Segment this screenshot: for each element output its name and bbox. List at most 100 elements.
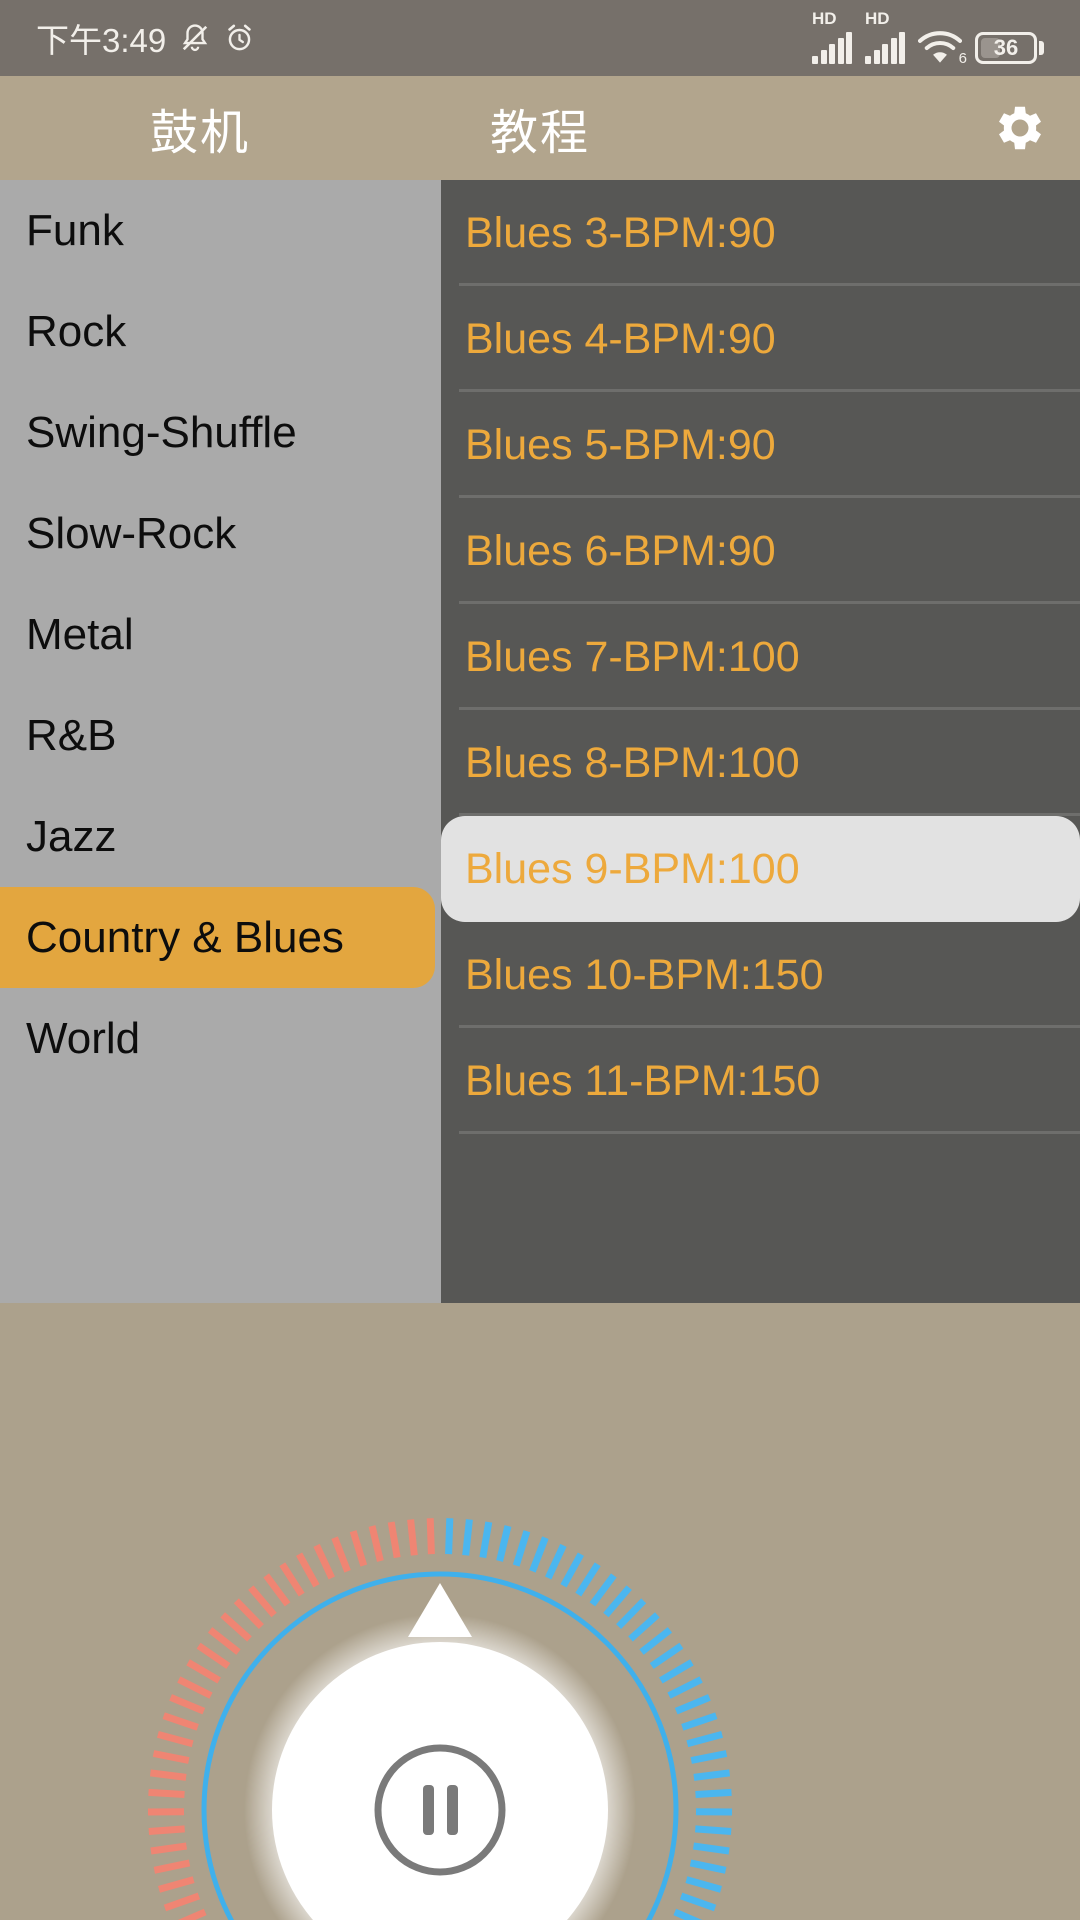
dial-tick xyxy=(158,1876,195,1893)
dial-tick xyxy=(673,1908,703,1920)
list-item[interactable]: Blues 10-BPM:150 xyxy=(441,922,1080,1028)
tab-tutorial[interactable]: 教程 xyxy=(400,76,680,180)
sidebar-item-label: Rock xyxy=(26,306,127,356)
dial-tick xyxy=(649,1642,684,1669)
dial-tick xyxy=(279,1562,305,1597)
dial-tick xyxy=(693,1842,730,1855)
sidebar-item-rnb[interactable]: R&B xyxy=(0,685,441,786)
sidebar-item-swing-shuffle[interactable]: Swing-Shuffle xyxy=(0,382,441,483)
dial-tick xyxy=(387,1521,401,1559)
preset-label: Blues 10-BPM:150 xyxy=(465,950,824,999)
dial-tick xyxy=(169,1694,206,1715)
dial-tick xyxy=(426,1518,435,1555)
preset-list[interactable]: Blues 3-BPM:90 Blues 4-BPM:90 Blues 5-BP… xyxy=(441,180,1080,1303)
content-panels: Funk Rock Swing-Shuffle Slow-Rock Metal … xyxy=(0,180,1080,1303)
gear-icon[interactable] xyxy=(990,98,1050,158)
list-item[interactable]: Blues 4-BPM:90 xyxy=(441,286,1080,392)
dial-tick xyxy=(313,1543,335,1580)
dial-tick xyxy=(679,1892,717,1912)
list-item[interactable]: Blues 8-BPM:100 xyxy=(441,710,1080,816)
signal-icon-1: HD xyxy=(812,8,852,64)
dial-tick xyxy=(331,1536,351,1573)
tab-drum-machine[interactable]: 鼓机 xyxy=(60,76,340,180)
preset-label: Blues 5-BPM:90 xyxy=(465,420,776,469)
dial-tick xyxy=(575,1562,601,1597)
dial-tick xyxy=(233,1598,264,1630)
signal-icon-2: HD xyxy=(865,8,905,64)
dial-tick xyxy=(529,1536,549,1573)
tempo-dial-graphic[interactable] xyxy=(0,1303,1080,1920)
status-bar: 下午3:49 HD HD 6 36 xyxy=(0,0,1080,76)
sidebar-item-country-and-blues[interactable]: Country & Blues xyxy=(0,887,435,988)
battery-icon: 36 xyxy=(975,31,1044,64)
dial-tick xyxy=(207,1627,241,1655)
dial-tick xyxy=(681,1712,718,1731)
dial-tick xyxy=(603,1585,632,1618)
dial-tick xyxy=(368,1525,384,1562)
dial-tick xyxy=(445,1518,454,1555)
dial-tick xyxy=(685,1876,722,1893)
dial-tick xyxy=(616,1598,647,1630)
dial-tick xyxy=(628,1612,660,1642)
wifi-icon: 6 xyxy=(918,30,967,67)
sidebar-item-label: Country & Blues xyxy=(26,912,344,962)
category-sidebar[interactable]: Funk Rock Swing-Shuffle Slow-Rock Metal … xyxy=(0,180,441,1303)
list-item[interactable]: Blues 5-BPM:90 xyxy=(441,392,1080,498)
sidebar-item-funk[interactable]: Funk xyxy=(0,180,441,281)
list-item[interactable]: Blues 3-BPM:90 xyxy=(441,180,1080,286)
dial-tick xyxy=(177,1908,207,1920)
dial-tick xyxy=(695,1788,732,1798)
sidebar-item-slow-rock[interactable]: Slow-Rock xyxy=(0,483,441,584)
dial-tick xyxy=(153,1859,191,1874)
preset-label: Blues 11-BPM:150 xyxy=(465,1056,821,1105)
sidebar-item-rock[interactable]: Rock xyxy=(0,281,441,382)
status-bar-right: HD HD 6 36 xyxy=(812,8,1044,67)
tab-tutorial-label: 教程 xyxy=(489,107,590,160)
sidebar-item-label: Slow-Rock xyxy=(26,508,237,558)
preset-label: Blues 8-BPM:100 xyxy=(465,738,800,787)
preset-label: Blues 9-BPM:100 xyxy=(465,844,800,893)
list-item[interactable]: Blues 11-BPM:150 xyxy=(441,1028,1080,1134)
dial-tick xyxy=(496,1525,512,1562)
preset-label: Blues 6-BPM:90 xyxy=(465,526,776,575)
dial-tick xyxy=(589,1573,617,1607)
sidebar-item-jazz[interactable]: Jazz xyxy=(0,786,441,887)
signal-bars-2 xyxy=(865,31,905,64)
dial-tick xyxy=(177,1676,213,1699)
list-item[interactable]: Blues 7-BPM:100 xyxy=(441,604,1080,710)
dial-tick xyxy=(560,1552,584,1588)
dial-tick xyxy=(407,1519,418,1556)
dial-tick xyxy=(349,1530,368,1567)
sidebar-item-label: Jazz xyxy=(26,811,117,861)
sidebar-item-label: R&B xyxy=(26,710,117,760)
dial-tick xyxy=(162,1712,199,1731)
list-item-selected[interactable]: Blues 9-BPM:100 xyxy=(441,816,1080,922)
list-item[interactable]: Blues 6-BPM:90 xyxy=(441,498,1080,604)
sidebar-item-label: World xyxy=(26,1013,141,1063)
alarm-clock-icon xyxy=(224,22,255,54)
dial-tick xyxy=(689,1859,727,1874)
sidebar-item-label: Swing-Shuffle xyxy=(26,407,297,457)
status-bar-left: 下午3:49 xyxy=(36,14,255,62)
dial-tick xyxy=(462,1519,473,1556)
dial-tick xyxy=(152,1750,190,1764)
dial-tick xyxy=(639,1627,673,1655)
status-clock: 下午3:49 xyxy=(36,22,167,59)
dial-tick xyxy=(674,1694,711,1715)
dial-tick xyxy=(149,1769,187,1781)
dial-tick xyxy=(248,1585,277,1618)
preset-label: Blues 7-BPM:100 xyxy=(465,632,800,681)
sidebar-item-label: Funk xyxy=(26,205,124,255)
dial-tick xyxy=(156,1731,194,1748)
tempo-dial[interactable] xyxy=(0,1303,1080,1920)
dial-tick xyxy=(296,1552,320,1588)
dial-tick xyxy=(163,1892,201,1912)
dial-tick xyxy=(545,1543,567,1580)
dial-tick xyxy=(186,1659,221,1684)
sidebar-item-label: Metal xyxy=(26,609,134,659)
dial-tick xyxy=(695,1825,732,1835)
hd-label-1: HD xyxy=(812,8,837,28)
hd-label-2: HD xyxy=(865,8,890,28)
sidebar-item-metal[interactable]: Metal xyxy=(0,584,441,685)
sidebar-item-world[interactable]: World xyxy=(0,988,441,1089)
